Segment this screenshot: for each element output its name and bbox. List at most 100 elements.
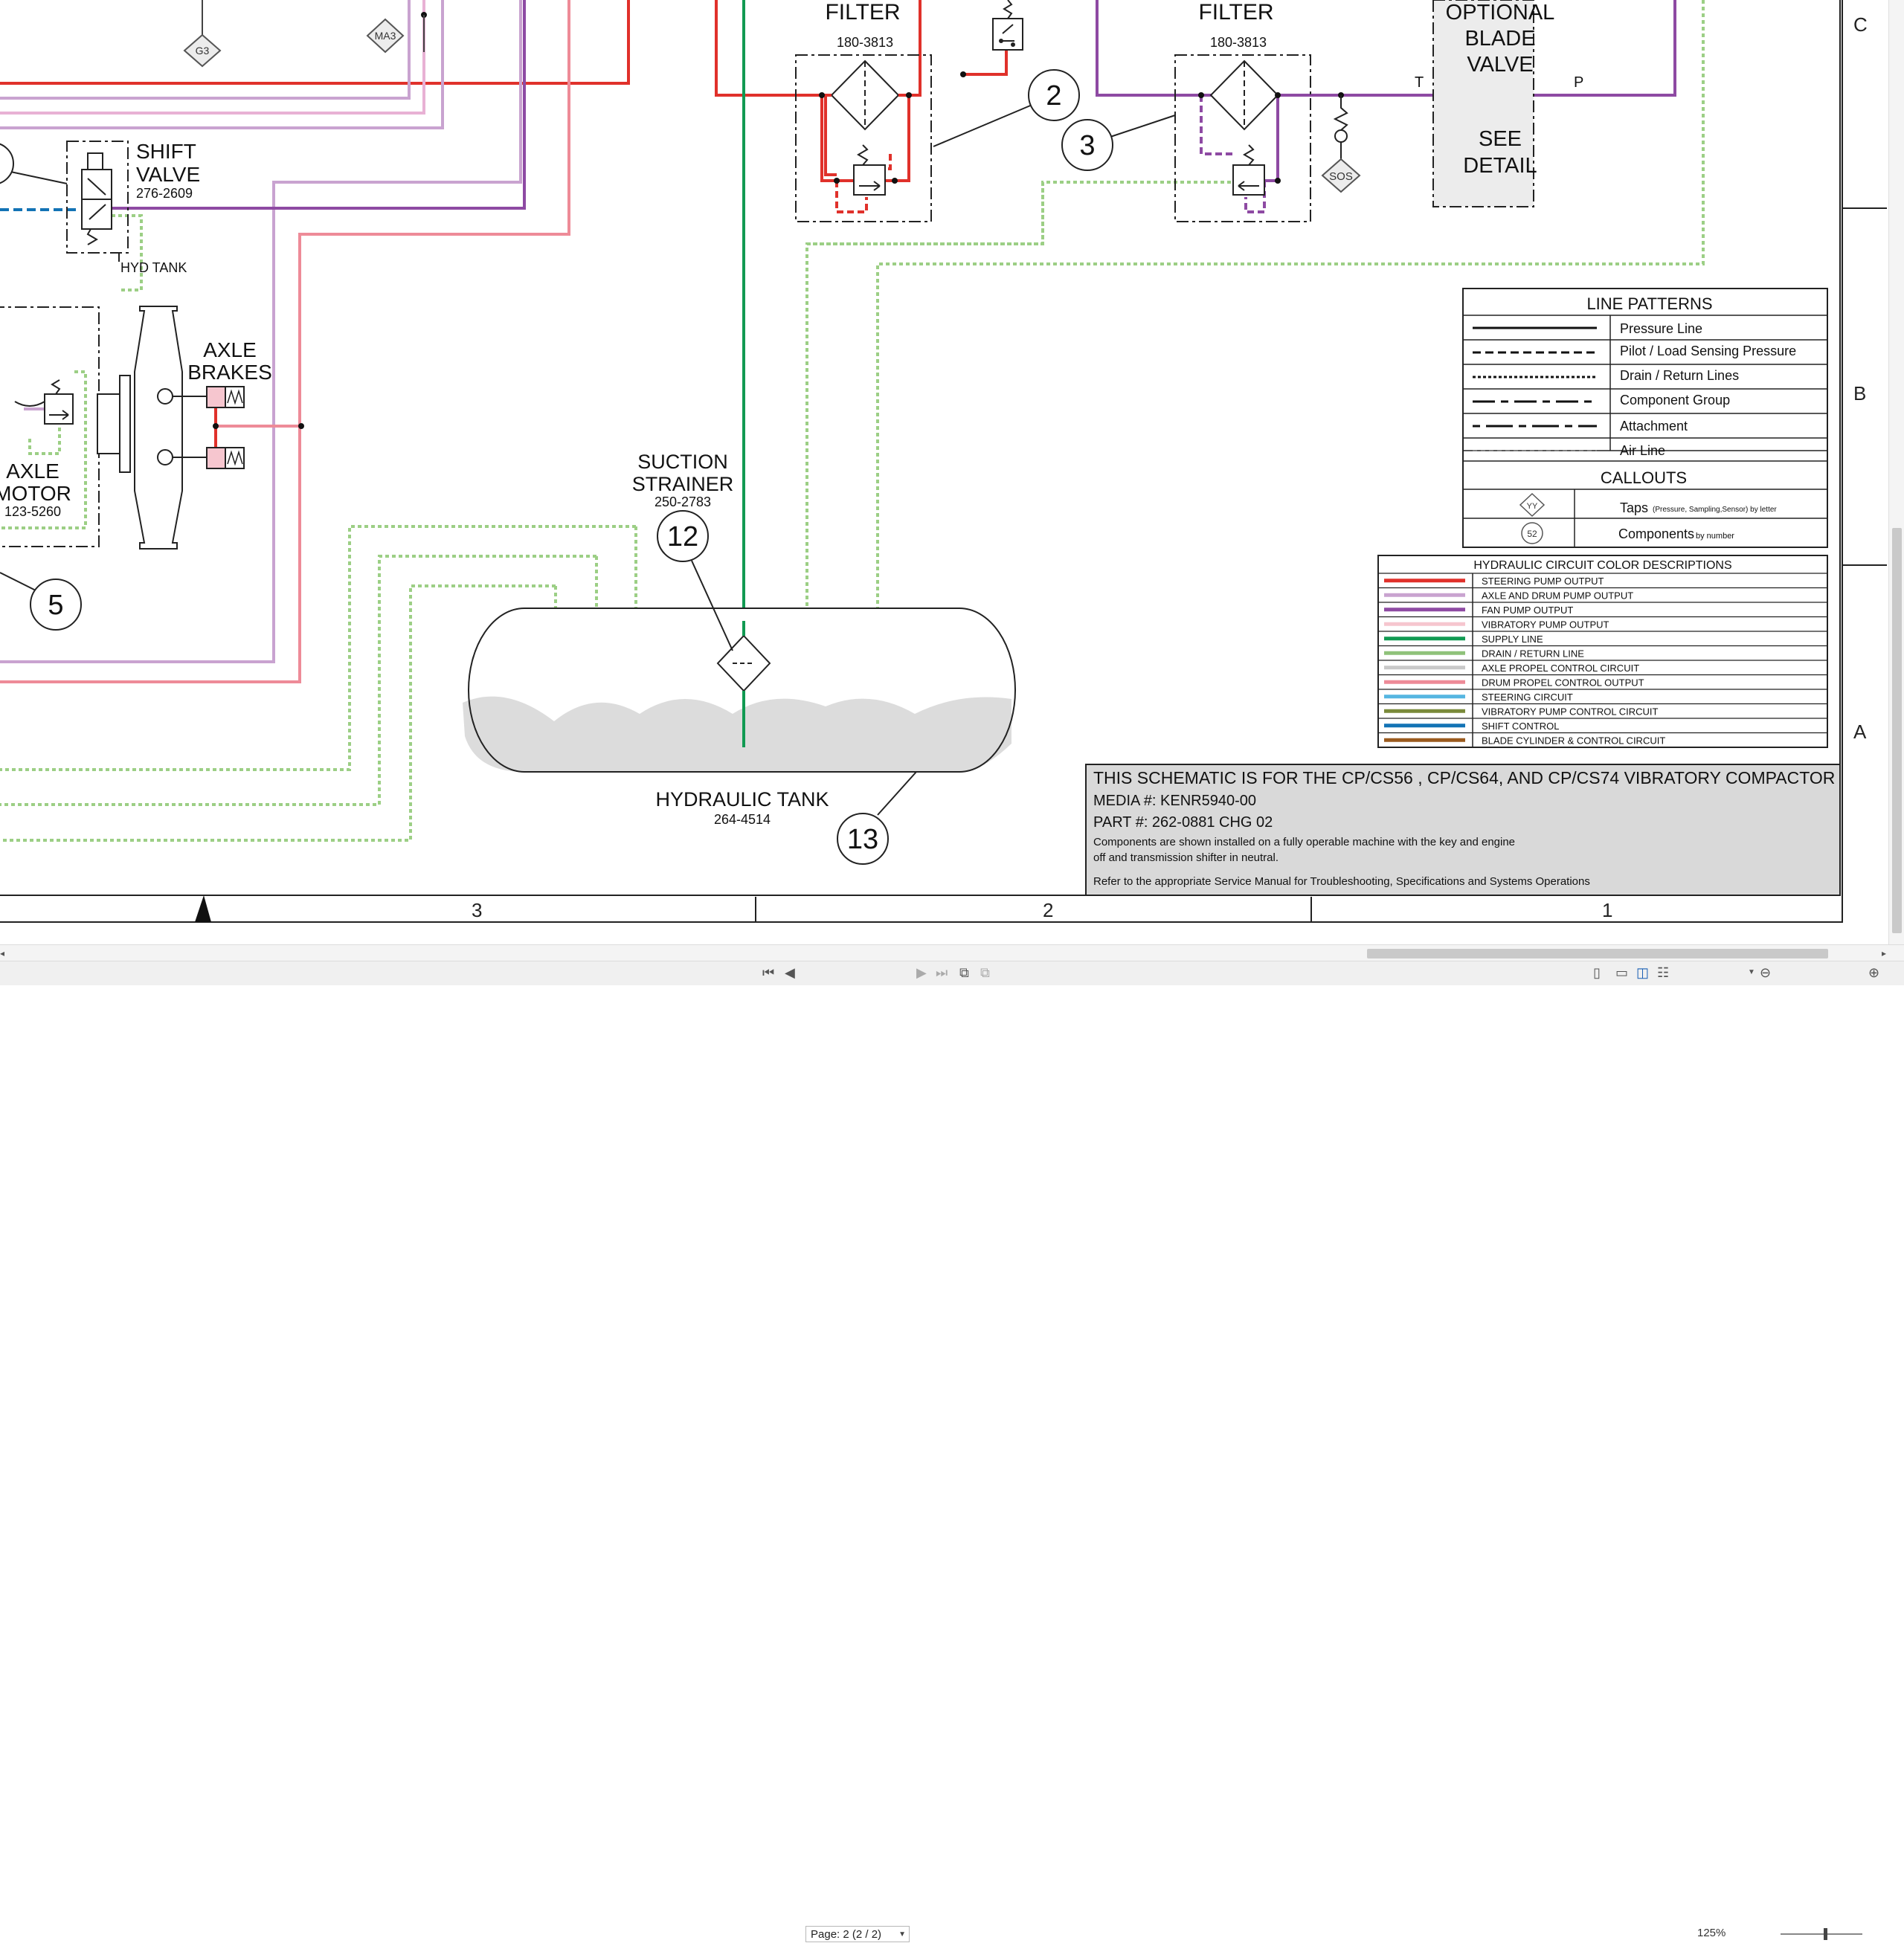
svg-text:MA3: MA3 <box>375 30 396 42</box>
svg-text:BRAKES: BRAKES <box>187 361 272 384</box>
svg-text:off and transmission shifter i: off and transmission shifter in neutral. <box>1093 851 1279 864</box>
scroll-left-icon[interactable]: ◂ <box>0 945 4 961</box>
svg-text:2: 2 <box>1046 80 1061 112</box>
svg-text:Air Line: Air Line <box>1620 443 1665 458</box>
svg-text:Components: Components <box>1618 526 1694 541</box>
svg-text:AXLE: AXLE <box>6 460 60 483</box>
color-legend-row: SHIFT CONTROL <box>1482 721 1560 732</box>
document-viewport[interactable]: C B A 3 2 1 G3 MA3 FILTER 180-3813 2 FIL… <box>0 0 1904 985</box>
svg-text:Attachment: Attachment <box>1620 419 1688 434</box>
chevron-down-icon: ▼ <box>898 1930 906 1939</box>
svg-text:12: 12 <box>667 521 698 552</box>
color-legend-row: DRUM PROPEL CONTROL OUTPUT <box>1482 677 1644 688</box>
svg-text:123-5260: 123-5260 <box>4 504 61 519</box>
svg-text:Components are shown installed: Components are shown installed on a full… <box>1093 836 1515 848</box>
prev-page-icon[interactable]: ◀ <box>785 964 795 981</box>
svg-text:MOTOR: MOTOR <box>0 482 71 505</box>
single-page-icon[interactable]: ▯ <box>1593 964 1601 981</box>
color-legend-row: AXLE PROPEL CONTROL CIRCUIT <box>1482 663 1639 674</box>
last-page-icon[interactable]: ⏭ <box>936 964 948 981</box>
zoom-slider-track[interactable] <box>1781 1933 1862 1935</box>
svg-text:SHIFT: SHIFT <box>136 140 196 163</box>
svg-text:OPTIONAL: OPTIONAL <box>1446 1 1555 25</box>
page-number-select[interactable]: Page: 2 (2 / 2) ▼ <box>805 1926 910 1942</box>
color-legend-row: VIBRATORY PUMP CONTROL CIRCUIT <box>1482 706 1658 717</box>
svg-text:VALVE: VALVE <box>1467 53 1533 77</box>
two-page-continuous-icon[interactable]: ☷ <box>1657 964 1669 981</box>
svg-text:MEDIA #: KENR5940-00: MEDIA #: KENR5940-00 <box>1093 793 1256 809</box>
line-patterns-legend: LINE PATTERNS Pressure Line Pilot / Load… <box>1462 288 1828 548</box>
two-page-icon[interactable]: ◫ <box>1636 964 1649 981</box>
svg-text:THIS SCHEMATIC IS FOR THE CP/C: THIS SCHEMATIC IS FOR THE CP/CS56 , CP/C… <box>1093 768 1835 787</box>
zoom-in-icon[interactable]: ⊕ <box>1868 964 1879 981</box>
svg-text:3: 3 <box>1079 130 1095 161</box>
zoom-slider-knob[interactable] <box>1824 1928 1827 1940</box>
color-legend-row: SUPPLY LINE <box>1482 634 1543 645</box>
svg-text:SEE: SEE <box>1479 127 1522 151</box>
svg-text:STRAINER: STRAINER <box>632 473 734 495</box>
svg-text:Refer to the appropriate Servi: Refer to the appropriate Service Manual … <box>1093 875 1590 888</box>
forward-view-icon[interactable]: ⧉ <box>980 964 990 981</box>
svg-text:HYDRAULIC TANK: HYDRAULIC TANK <box>655 788 829 811</box>
svg-text:by number: by number <box>1696 532 1734 541</box>
continuous-icon[interactable]: ▭ <box>1615 964 1628 981</box>
color-legend-row: STEERING PUMP OUTPUT <box>1482 576 1604 587</box>
zoom-level[interactable]: 125% <box>1697 1927 1726 1939</box>
svg-text:BLADE: BLADE <box>1464 27 1535 51</box>
svg-text:5: 5 <box>48 590 63 621</box>
svg-text:YY: YY <box>1527 502 1538 511</box>
color-legend-row: STEERING CIRCUIT <box>1482 692 1573 703</box>
svg-text:PART #: 262-0881 CHG 02: PART #: 262-0881 CHG 02 <box>1093 814 1273 831</box>
zone-1-label: 1 <box>1602 899 1612 921</box>
zoom-out-icon[interactable]: ⊖ <box>1760 964 1771 981</box>
svg-text:G3: G3 <box>196 45 210 57</box>
svg-text:SUCTION: SUCTION <box>637 451 728 473</box>
color-legend-row: VIBRATORY PUMP OUTPUT <box>1482 619 1609 630</box>
title-block: THIS SCHEMATIC IS FOR THE CP/CS56 , CP/C… <box>1085 764 1841 896</box>
first-page-icon[interactable]: ⏮ <box>762 964 774 981</box>
back-view-icon[interactable]: ⧉ <box>959 964 969 981</box>
svg-text:HYD TANK: HYD TANK <box>120 260 187 275</box>
scroll-right-icon[interactable]: ▸ <box>1882 945 1886 961</box>
viewer-toolbar: ⏮ ◀ Page: 2 (2 / 2) ▼ ▶ ⏭ ⧉ ⧉ ▯ ▭ ◫ ☷ 125… <box>0 961 1904 1942</box>
color-legend-row: AXLE AND DRUM PUMP OUTPUT <box>1482 590 1633 601</box>
svg-text:Pilot / Load Sensing Pressure: Pilot / Load Sensing Pressure <box>1620 344 1796 358</box>
svg-text:LINE PATTERNS: LINE PATTERNS <box>1586 294 1712 313</box>
vertical-scrollbar[interactable] <box>1888 0 1904 944</box>
zone-3-label: 3 <box>472 899 482 921</box>
schematic-drawing: C B A 3 2 1 G3 MA3 FILTER 180-3813 2 FIL… <box>0 0 1888 944</box>
color-legend-title: HYDRAULIC CIRCUIT COLOR DESCRIPTIONS <box>1473 559 1731 572</box>
svg-text:CALLOUTS: CALLOUTS <box>1601 468 1687 487</box>
svg-text:52: 52 <box>1527 529 1537 539</box>
horizontal-scroll-thumb[interactable] <box>1367 949 1828 958</box>
svg-text:276-2609: 276-2609 <box>136 186 193 201</box>
svg-text:P: P <box>1574 74 1583 91</box>
svg-text:DETAIL: DETAIL <box>1463 154 1537 178</box>
next-page-icon[interactable]: ▶ <box>916 964 927 981</box>
svg-text:13: 13 <box>847 824 878 855</box>
svg-text:(Pressure, Sampling,Sensor) by: (Pressure, Sampling,Sensor) by letter <box>1653 506 1777 514</box>
svg-text:Drain / Return Lines: Drain / Return Lines <box>1620 368 1739 383</box>
color-legend-row: FAN PUMP OUTPUT <box>1482 605 1573 616</box>
svg-text:FILTER: FILTER <box>1198 0 1273 25</box>
color-descriptions-legend: HYDRAULIC CIRCUIT COLOR DESCRIPTIONS STEE… <box>1377 555 1828 748</box>
zone-b-label: B <box>1853 382 1866 405</box>
svg-text:T: T <box>1415 74 1424 91</box>
svg-text:180-3813: 180-3813 <box>837 35 893 50</box>
svg-text:264-4514: 264-4514 <box>714 812 771 827</box>
svg-text:SOS: SOS <box>1329 170 1353 183</box>
svg-text:180-3813: 180-3813 <box>1210 35 1267 50</box>
color-legend-row: BLADE CYLINDER & CONTROL CIRCUIT <box>1482 735 1665 746</box>
svg-text:FILTER: FILTER <box>825 0 900 25</box>
svg-text:Taps: Taps <box>1620 500 1648 515</box>
svg-text:250-2783: 250-2783 <box>654 494 711 509</box>
color-legend-row: DRAIN / RETURN LINE <box>1482 648 1584 659</box>
svg-text:Pressure Line: Pressure Line <box>1620 321 1702 336</box>
svg-text:AXLE: AXLE <box>203 338 257 361</box>
svg-text:VALVE: VALVE <box>136 163 200 186</box>
vertical-scroll-thumb[interactable] <box>1892 528 1902 933</box>
zone-a-label: A <box>1853 721 1867 743</box>
zoom-dropdown-icon[interactable]: ▼ <box>1748 964 1755 981</box>
page-number-value: Page: 2 (2 / 2) <box>811 1928 882 1941</box>
horizontal-scrollbar[interactable]: ◂ ▸ <box>0 944 1904 961</box>
